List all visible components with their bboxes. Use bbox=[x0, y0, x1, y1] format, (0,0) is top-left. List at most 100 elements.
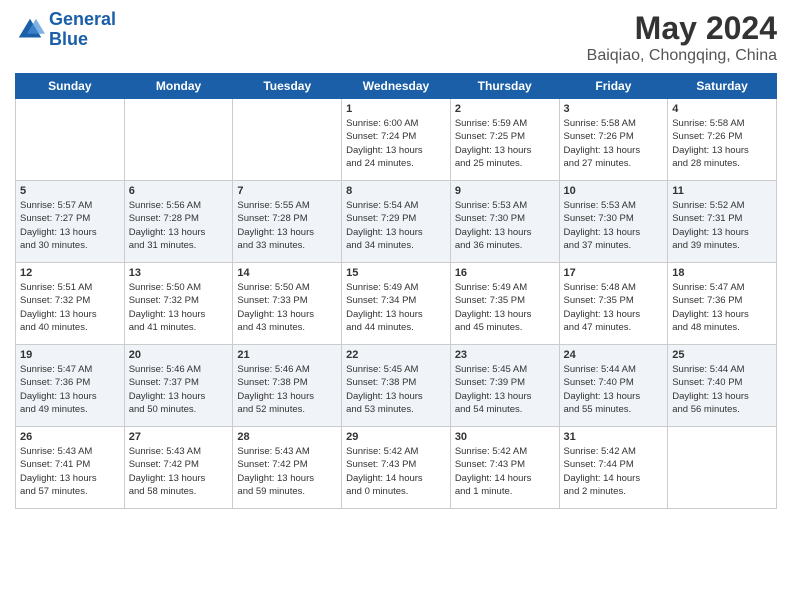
weekday-header-monday: Monday bbox=[124, 74, 233, 99]
day-number: 10 bbox=[564, 185, 664, 197]
day-number: 8 bbox=[346, 185, 446, 197]
calendar-cell: 4 Sunrise: 5:58 AM Sunset: 7:26 PM Daylig… bbox=[668, 99, 777, 181]
day-info: Sunrise: 5:48 AM Sunset: 7:35 PM Dayligh… bbox=[564, 281, 664, 334]
day-info: Sunrise: 5:54 AM Sunset: 7:29 PM Dayligh… bbox=[346, 199, 446, 252]
weekday-header-saturday: Saturday bbox=[668, 74, 777, 99]
day-number: 20 bbox=[129, 349, 229, 361]
logo: General Blue bbox=[15, 10, 116, 50]
day-info: Sunrise: 5:42 AM Sunset: 7:44 PM Dayligh… bbox=[564, 445, 664, 498]
day-info: Sunrise: 5:59 AM Sunset: 7:25 PM Dayligh… bbox=[455, 117, 555, 170]
calendar-cell: 25Sunrise: 5:44 AM Sunset: 7:40 PM Dayli… bbox=[668, 345, 777, 427]
day-number: 12 bbox=[20, 267, 120, 279]
calendar-cell: 16 Sunrise: 5:49 AM Sunset: 7:35 PM Dayli… bbox=[450, 263, 559, 345]
day-info: Sunrise: 5:57 AM Sunset: 7:27 PM Dayligh… bbox=[20, 199, 120, 252]
calendar-cell: 6Sunrise: 5:56 AM Sunset: 7:28 PM Daylig… bbox=[124, 181, 233, 263]
day-info: Sunrise: 5:49 AM Sunset: 7:35 PM Dayligh… bbox=[455, 281, 555, 334]
calendar-week-4: 19 Sunrise: 5:47 AM Sunset: 7:36 PM Dayli… bbox=[16, 345, 777, 427]
calendar-cell: 5 Sunrise: 5:57 AM Sunset: 7:27 PM Daylig… bbox=[16, 181, 125, 263]
title-section: May 2024 Baiqiao, Chongqing, China bbox=[587, 10, 777, 65]
day-info: Sunrise: 5:49 AM Sunset: 7:34 PM Dayligh… bbox=[346, 281, 446, 334]
day-number: 23 bbox=[455, 349, 555, 361]
logo-icon bbox=[15, 15, 45, 45]
day-number: 17 bbox=[564, 267, 664, 279]
logo-blue: Blue bbox=[49, 29, 88, 49]
page-container: General Blue May 2024 Baiqiao, Chongqing… bbox=[0, 0, 792, 519]
calendar-cell bbox=[16, 99, 125, 181]
calendar-week-2: 5 Sunrise: 5:57 AM Sunset: 7:27 PM Daylig… bbox=[16, 181, 777, 263]
calendar-cell: 17 Sunrise: 5:48 AM Sunset: 7:35 PM Dayli… bbox=[559, 263, 668, 345]
day-number: 21 bbox=[237, 349, 337, 361]
calendar-cell: 19 Sunrise: 5:47 AM Sunset: 7:36 PM Dayli… bbox=[16, 345, 125, 427]
calendar-cell: 26 Sunrise: 5:43 AM Sunset: 7:41 PM Dayli… bbox=[16, 427, 125, 509]
day-info: Sunrise: 5:46 AM Sunset: 7:38 PM Dayligh… bbox=[237, 363, 337, 416]
day-number: 4 bbox=[672, 103, 772, 115]
day-info: Sunrise: 5:47 AM Sunset: 7:36 PM Dayligh… bbox=[20, 363, 120, 416]
calendar-cell: 13 Sunrise: 5:50 AM Sunset: 7:32 PM Dayli… bbox=[124, 263, 233, 345]
calendar-cell: 23 Sunrise: 5:45 AM Sunset: 7:39 PM Dayli… bbox=[450, 345, 559, 427]
day-info: Sunrise: 5:44 AM Sunset: 7:40 PM Dayligh… bbox=[564, 363, 664, 416]
calendar-week-5: 26 Sunrise: 5:43 AM Sunset: 7:41 PM Dayli… bbox=[16, 427, 777, 509]
day-number: 26 bbox=[20, 431, 120, 443]
calendar-cell: 1 Sunrise: 6:00 AM Sunset: 7:24 PM Daylig… bbox=[342, 99, 451, 181]
day-number: 7 bbox=[237, 185, 337, 197]
calendar-cell: 12 Sunrise: 5:51 AM Sunset: 7:32 PM Dayli… bbox=[16, 263, 125, 345]
calendar-header: SundayMondayTuesdayWednesdayThursdayFrid… bbox=[16, 74, 777, 99]
day-number: 22 bbox=[346, 349, 446, 361]
calendar-cell: 28Sunrise: 5:43 AM Sunset: 7:42 PM Dayli… bbox=[233, 427, 342, 509]
day-number: 14 bbox=[237, 267, 337, 279]
day-info: Sunrise: 6:00 AM Sunset: 7:24 PM Dayligh… bbox=[346, 117, 446, 170]
day-number: 13 bbox=[129, 267, 229, 279]
day-number: 6 bbox=[129, 185, 229, 197]
day-number: 27 bbox=[129, 431, 229, 443]
day-info: Sunrise: 5:45 AM Sunset: 7:39 PM Dayligh… bbox=[455, 363, 555, 416]
calendar-title: May 2024 bbox=[587, 10, 777, 47]
calendar-cell: 11Sunrise: 5:52 AM Sunset: 7:31 PM Dayli… bbox=[668, 181, 777, 263]
day-number: 5 bbox=[20, 185, 120, 197]
day-info: Sunrise: 5:51 AM Sunset: 7:32 PM Dayligh… bbox=[20, 281, 120, 334]
day-info: Sunrise: 5:45 AM Sunset: 7:38 PM Dayligh… bbox=[346, 363, 446, 416]
calendar-cell: 22 Sunrise: 5:45 AM Sunset: 7:38 PM Dayli… bbox=[342, 345, 451, 427]
day-info: Sunrise: 5:58 AM Sunset: 7:26 PM Dayligh… bbox=[564, 117, 664, 170]
logo-general: General bbox=[49, 9, 116, 29]
day-number: 16 bbox=[455, 267, 555, 279]
day-number: 18 bbox=[672, 267, 772, 279]
day-info: Sunrise: 5:50 AM Sunset: 7:33 PM Dayligh… bbox=[237, 281, 337, 334]
day-info: Sunrise: 5:58 AM Sunset: 7:26 PM Dayligh… bbox=[672, 117, 772, 170]
calendar-cell: 7 Sunrise: 5:55 AM Sunset: 7:28 PM Daylig… bbox=[233, 181, 342, 263]
calendar-body: 1 Sunrise: 6:00 AM Sunset: 7:24 PM Daylig… bbox=[16, 99, 777, 509]
day-info: Sunrise: 5:55 AM Sunset: 7:28 PM Dayligh… bbox=[237, 199, 337, 252]
weekday-header-wednesday: Wednesday bbox=[342, 74, 451, 99]
weekday-header-row: SundayMondayTuesdayWednesdayThursdayFrid… bbox=[16, 74, 777, 99]
calendar-cell: 9Sunrise: 5:53 AM Sunset: 7:30 PM Daylig… bbox=[450, 181, 559, 263]
day-number: 24 bbox=[564, 349, 664, 361]
calendar-cell: 15 Sunrise: 5:49 AM Sunset: 7:34 PM Dayli… bbox=[342, 263, 451, 345]
calendar-cell: 20Sunrise: 5:46 AM Sunset: 7:37 PM Dayli… bbox=[124, 345, 233, 427]
day-number: 15 bbox=[346, 267, 446, 279]
calendar-cell bbox=[233, 99, 342, 181]
day-number: 1 bbox=[346, 103, 446, 115]
day-info: Sunrise: 5:43 AM Sunset: 7:41 PM Dayligh… bbox=[20, 445, 120, 498]
calendar-subtitle: Baiqiao, Chongqing, China bbox=[587, 47, 777, 65]
calendar-cell: 8 Sunrise: 5:54 AM Sunset: 7:29 PM Daylig… bbox=[342, 181, 451, 263]
calendar-cell: 31Sunrise: 5:42 AM Sunset: 7:44 PM Dayli… bbox=[559, 427, 668, 509]
calendar-week-1: 1 Sunrise: 6:00 AM Sunset: 7:24 PM Daylig… bbox=[16, 99, 777, 181]
calendar-cell bbox=[668, 427, 777, 509]
calendar-week-3: 12 Sunrise: 5:51 AM Sunset: 7:32 PM Dayli… bbox=[16, 263, 777, 345]
day-number: 3 bbox=[564, 103, 664, 115]
weekday-header-thursday: Thursday bbox=[450, 74, 559, 99]
day-info: Sunrise: 5:47 AM Sunset: 7:36 PM Dayligh… bbox=[672, 281, 772, 334]
day-info: Sunrise: 5:53 AM Sunset: 7:30 PM Dayligh… bbox=[564, 199, 664, 252]
day-number: 30 bbox=[455, 431, 555, 443]
calendar-cell: 24 Sunrise: 5:44 AM Sunset: 7:40 PM Dayli… bbox=[559, 345, 668, 427]
day-info: Sunrise: 5:42 AM Sunset: 7:43 PM Dayligh… bbox=[346, 445, 446, 498]
calendar-cell: 14 Sunrise: 5:50 AM Sunset: 7:33 PM Dayli… bbox=[233, 263, 342, 345]
day-number: 19 bbox=[20, 349, 120, 361]
day-number: 11 bbox=[672, 185, 772, 197]
day-info: Sunrise: 5:50 AM Sunset: 7:32 PM Dayligh… bbox=[129, 281, 229, 334]
calendar-table: SundayMondayTuesdayWednesdayThursdayFrid… bbox=[15, 73, 777, 509]
day-info: Sunrise: 5:43 AM Sunset: 7:42 PM Dayligh… bbox=[237, 445, 337, 498]
day-number: 9 bbox=[455, 185, 555, 197]
day-number: 2 bbox=[455, 103, 555, 115]
calendar-cell: 30Sunrise: 5:42 AM Sunset: 7:43 PM Dayli… bbox=[450, 427, 559, 509]
calendar-cell: 27Sunrise: 5:43 AM Sunset: 7:42 PM Dayli… bbox=[124, 427, 233, 509]
